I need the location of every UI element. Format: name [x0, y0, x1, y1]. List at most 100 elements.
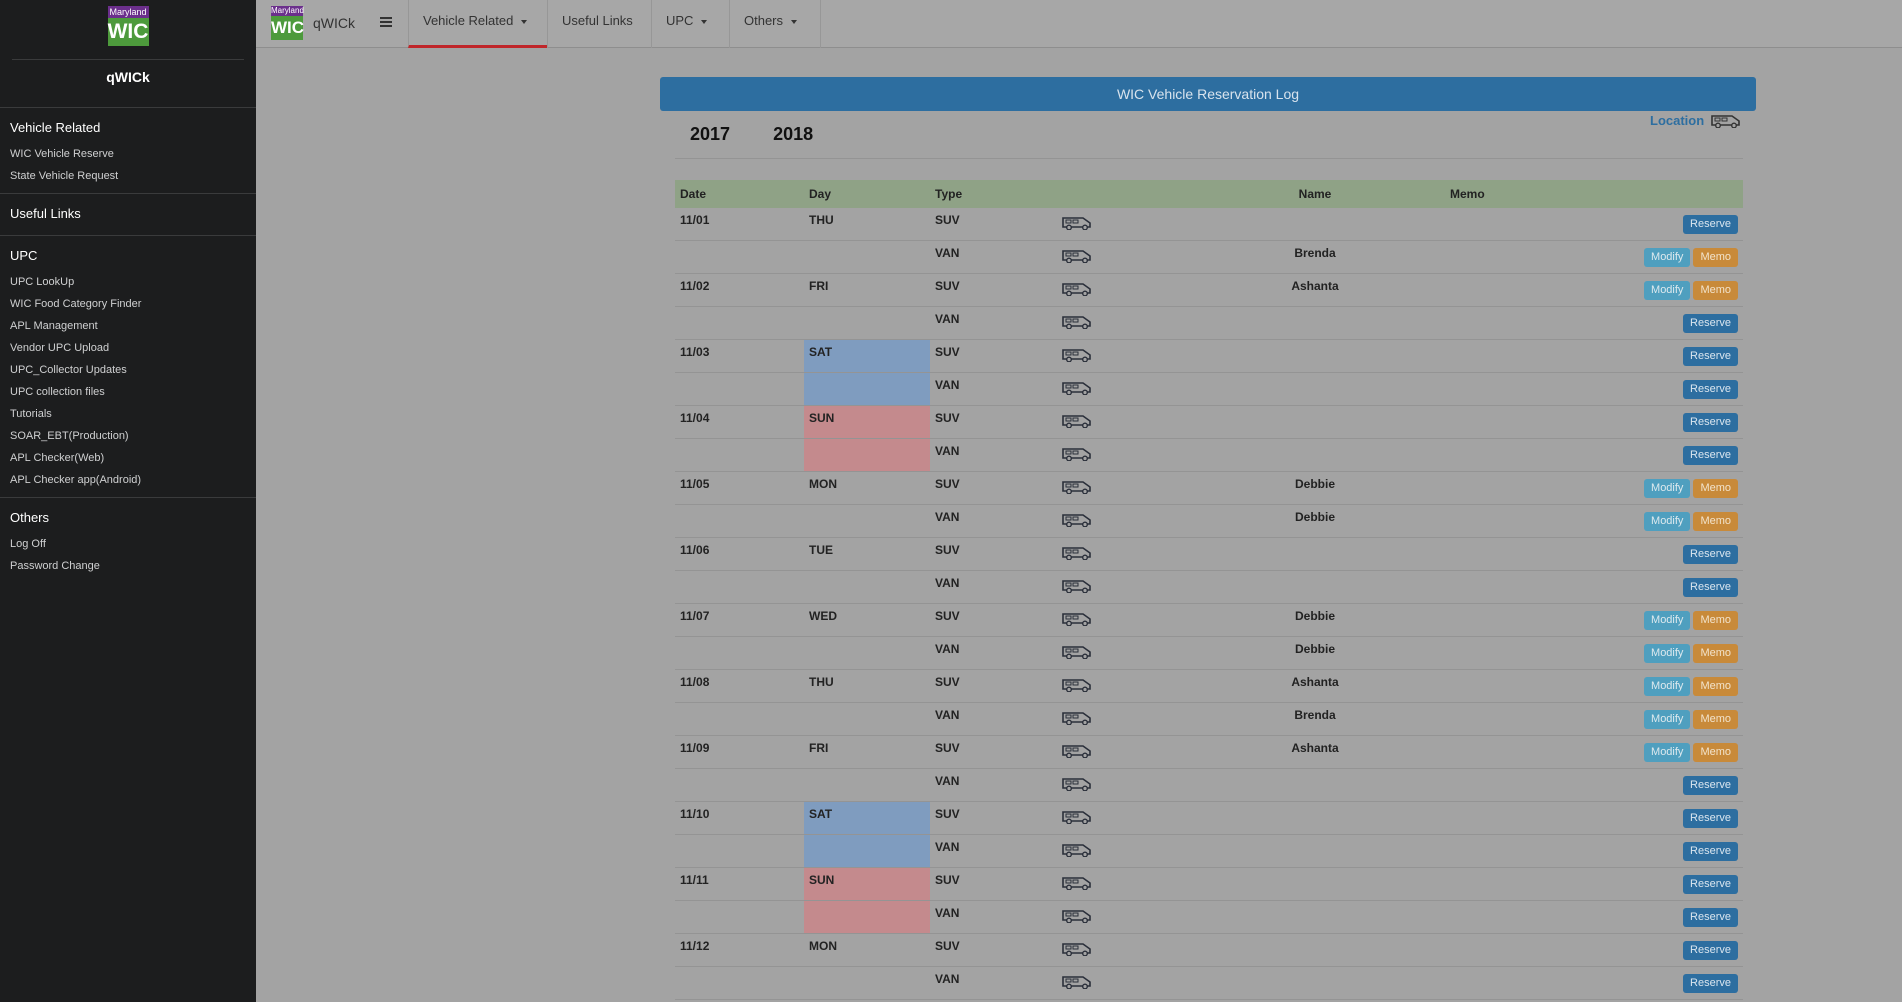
- logo-maryland-text: Maryland: [271, 6, 304, 16]
- cell-name: [1185, 208, 1445, 240]
- reserve-button[interactable]: Reserve: [1683, 775, 1738, 795]
- sidebar-brand[interactable]: qWICk: [12, 59, 244, 101]
- sidebar-item[interactable]: State Vehicle Request: [0, 165, 256, 187]
- cell-memo: [1445, 439, 1575, 471]
- cell-date: [675, 967, 804, 999]
- nav-upc[interactable]: UPC: [651, 0, 729, 48]
- sidebar-item[interactable]: UPC LookUp: [0, 271, 256, 293]
- location-link[interactable]: Location: [1650, 112, 1744, 128]
- cell-type: SUV: [935, 213, 960, 227]
- cell-name: [1185, 571, 1445, 603]
- sidebar-section-title[interactable]: UPC: [0, 236, 256, 271]
- cell-actions: Reserve: [1575, 340, 1743, 372]
- cell-name: [1185, 406, 1445, 438]
- memo-button[interactable]: Memo: [1693, 709, 1738, 729]
- sidebar-item[interactable]: Tutorials: [0, 403, 256, 425]
- vehicle-icon: [1062, 778, 1091, 792]
- memo-button[interactable]: Memo: [1693, 247, 1738, 267]
- cell-memo: [1445, 802, 1575, 834]
- cell-name: Debbie: [1294, 510, 1335, 524]
- cell-date: [675, 835, 804, 867]
- sidebar-item[interactable]: UPC collection files: [0, 381, 256, 403]
- nav-others[interactable]: Others: [729, 0, 821, 48]
- nav-vehicle-related[interactable]: Vehicle Related: [408, 0, 547, 48]
- cell-day: [804, 373, 930, 405]
- navbar-brand[interactable]: Maryland WIC qWICk: [271, 6, 355, 40]
- cell-type: SUV: [935, 279, 960, 293]
- reserve-button[interactable]: Reserve: [1683, 445, 1738, 465]
- memo-button[interactable]: Memo: [1693, 643, 1738, 663]
- sidebar-item[interactable]: Password Change: [0, 555, 256, 577]
- reserve-button[interactable]: Reserve: [1683, 313, 1738, 333]
- table-row: 11/01 THU SUV Reserve: [675, 208, 1743, 241]
- sidebar-item[interactable]: SOAR_EBT(Production): [0, 425, 256, 447]
- memo-button[interactable]: Memo: [1693, 676, 1738, 696]
- cell-vehicle: [1055, 472, 1185, 504]
- wic-logo[interactable]: Maryland WIC: [107, 6, 149, 46]
- table-row: 11/02 FRI SUV Ashanta Modify Memo: [675, 274, 1743, 307]
- modify-button[interactable]: Modify: [1644, 676, 1691, 696]
- cell-memo: [1445, 769, 1575, 801]
- cell-name: Debbie: [1294, 477, 1335, 491]
- modify-button[interactable]: Modify: [1644, 478, 1691, 498]
- sidebar-section-title[interactable]: Others: [0, 498, 256, 533]
- cell-name: Brenda: [1294, 246, 1336, 260]
- cell-day: SUN: [804, 868, 930, 900]
- cell-memo: [1445, 307, 1575, 339]
- reserve-button[interactable]: Reserve: [1683, 940, 1738, 960]
- reserve-button[interactable]: Reserve: [1683, 841, 1738, 861]
- reservation-table: Date Day Type Name Memo 11/01 THU SUV Reser…: [675, 180, 1743, 1000]
- modify-button[interactable]: Modify: [1644, 511, 1691, 531]
- reserve-button[interactable]: Reserve: [1683, 412, 1738, 432]
- sidebar-section-title[interactable]: Vehicle Related: [0, 108, 256, 143]
- cell-name: Ashanta: [1291, 675, 1339, 689]
- reserve-button[interactable]: Reserve: [1683, 907, 1738, 927]
- memo-button[interactable]: Memo: [1693, 511, 1738, 531]
- memo-button[interactable]: Memo: [1693, 478, 1738, 498]
- year-tab[interactable]: 2017: [690, 124, 730, 144]
- reserve-button[interactable]: Reserve: [1683, 874, 1738, 894]
- cell-name: Debbie: [1294, 642, 1335, 656]
- modify-button[interactable]: Modify: [1644, 610, 1691, 630]
- vehicle-icon: [1062, 580, 1091, 594]
- nav-useful-links[interactable]: Useful Links: [547, 0, 651, 48]
- cell-memo: [1445, 901, 1575, 933]
- cell-type: VAN: [935, 510, 960, 524]
- sidebar-item[interactable]: APL Checker(Web): [0, 447, 256, 469]
- cell-vehicle: [1055, 340, 1185, 372]
- sidebar-section-title[interactable]: Useful Links: [0, 194, 256, 229]
- nav-label: UPC: [666, 13, 694, 28]
- cell-type: VAN: [935, 906, 960, 920]
- memo-button[interactable]: Memo: [1693, 610, 1738, 630]
- sidebar-item[interactable]: APL Management: [0, 315, 256, 337]
- reserve-button[interactable]: Reserve: [1683, 973, 1738, 993]
- table-row: VAN Reserve: [675, 835, 1743, 868]
- reserve-button[interactable]: Reserve: [1683, 214, 1738, 234]
- reserve-button[interactable]: Reserve: [1683, 379, 1738, 399]
- year-tab[interactable]: 2018: [773, 124, 813, 144]
- cell-date: [675, 241, 804, 273]
- sidebar-item[interactable]: UPC_Collector Updates: [0, 359, 256, 381]
- reserve-button[interactable]: Reserve: [1683, 346, 1738, 366]
- modify-button[interactable]: Modify: [1644, 280, 1691, 300]
- hamburger-icon[interactable]: [380, 17, 392, 27]
- modify-button[interactable]: Modify: [1644, 247, 1691, 267]
- reserve-button[interactable]: Reserve: [1683, 577, 1738, 597]
- cell-memo: [1445, 637, 1575, 669]
- reserve-button[interactable]: Reserve: [1683, 808, 1738, 828]
- sidebar-item[interactable]: WIC Vehicle Reserve: [0, 143, 256, 165]
- header-vehicle: [1055, 180, 1185, 208]
- reserve-button[interactable]: Reserve: [1683, 544, 1738, 564]
- sidebar-item[interactable]: WIC Food Category Finder: [0, 293, 256, 315]
- modify-button[interactable]: Modify: [1644, 709, 1691, 729]
- sidebar-item[interactable]: APL Checker app(Android): [0, 469, 256, 491]
- vehicle-icon: [1062, 349, 1091, 363]
- cell-type: SUV: [935, 807, 960, 821]
- sidebar-item[interactable]: Vendor UPC Upload: [0, 337, 256, 359]
- modify-button[interactable]: Modify: [1644, 643, 1691, 663]
- sidebar-item[interactable]: Log Off: [0, 533, 256, 555]
- modify-button[interactable]: Modify: [1644, 742, 1691, 762]
- memo-button[interactable]: Memo: [1693, 280, 1738, 300]
- cell-memo: [1445, 868, 1575, 900]
- memo-button[interactable]: Memo: [1693, 742, 1738, 762]
